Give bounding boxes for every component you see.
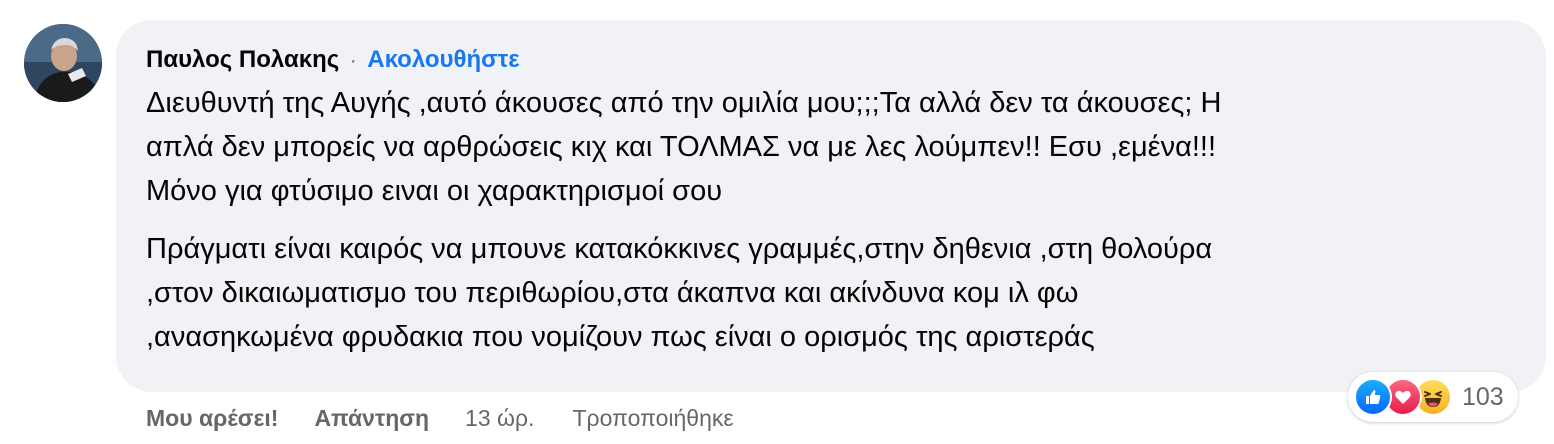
reaction-icons xyxy=(1354,378,1452,416)
comment-bubble: Παυλος Πολακης · Ακολουθήστε Διευθυντή τ… xyxy=(116,20,1546,392)
like-icon xyxy=(1354,378,1392,416)
like-button[interactable]: Μου αρέσει! xyxy=(146,405,278,432)
comment-text-line: ,ανασηκωμένα φρυδακια που νομίζουν πως ε… xyxy=(146,321,1095,353)
edited-label[interactable]: Τροποποιήθηκε xyxy=(572,405,733,432)
follow-button[interactable]: Ακολουθήστε xyxy=(367,46,519,73)
comment-text-line: Μόνο για φτύσιμο ειναι οι χαρακτηρισμοί … xyxy=(146,175,723,207)
separator-dot: · xyxy=(349,50,357,72)
comment-paragraph: Διευθυντή της Αυγής ,αυτό άκουσες από τη… xyxy=(146,81,1516,213)
avatar-image xyxy=(24,24,102,102)
reply-button[interactable]: Απάντηση xyxy=(314,405,429,432)
comment-actions: Μου αρέσει! Απάντηση 13 ώρ. Τροποποιήθηκ… xyxy=(146,398,734,438)
author-name[interactable]: Παυλος Πολακης xyxy=(146,46,339,73)
avatar[interactable] xyxy=(24,24,102,102)
reactions-summary[interactable]: 103 xyxy=(1348,372,1518,422)
comment-header: Παυλος Πολακης · Ακολουθήστε xyxy=(146,42,1516,79)
comment-paragraph: Πράγματι είναι καιρός να μπουνε κατακόκκ… xyxy=(146,227,1516,359)
comment-text-line: Διευθυντή της Αυγής ,αυτό άκουσες από τη… xyxy=(146,87,1222,119)
comment-text-line: απλά δεν μπορείς να αρθρώσεις κιχ και ΤΟ… xyxy=(146,131,1217,163)
reaction-count: 103 xyxy=(1462,382,1504,411)
comment-container: Παυλος Πολακης · Ακολουθήστε Διευθυντή τ… xyxy=(0,0,1554,444)
comment-text-line: ,στον δικαιωματισμο του περιθωρίου,στα ά… xyxy=(146,277,1079,309)
comment-text-line: Πράγματι είναι καιρός να μπουνε κατακόκκ… xyxy=(146,233,1213,265)
comment-timestamp[interactable]: 13 ώρ. xyxy=(465,405,534,432)
